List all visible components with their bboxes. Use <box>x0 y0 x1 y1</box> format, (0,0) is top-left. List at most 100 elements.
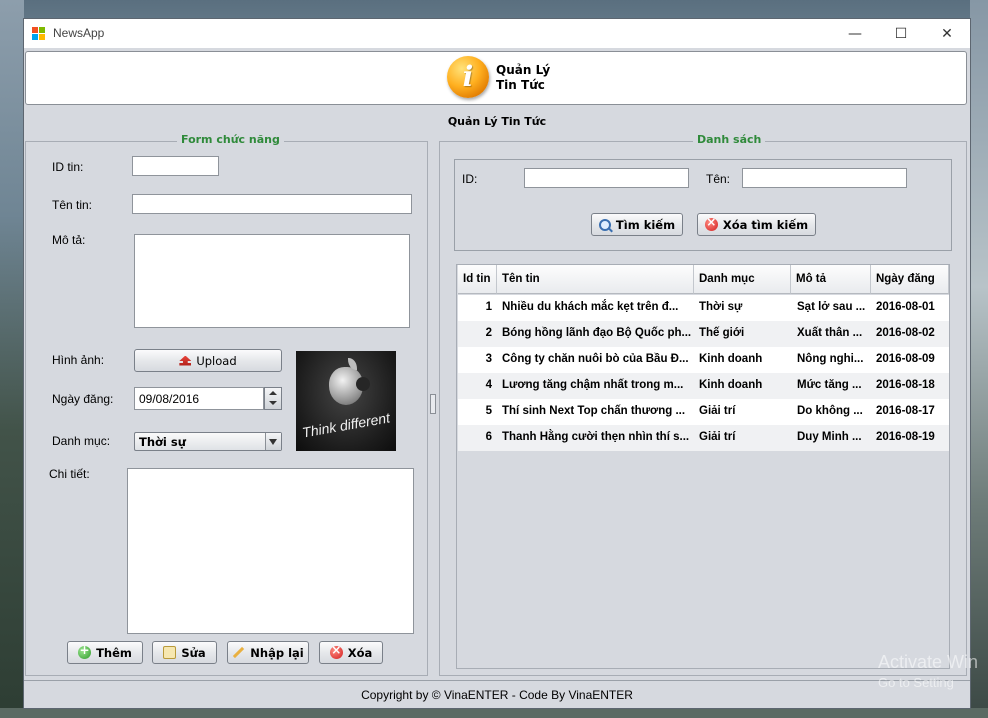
cell-category: Kinh doanh <box>699 379 763 391</box>
windows-logo-icon <box>32 27 46 41</box>
cell-category: Giải trí <box>699 431 736 443</box>
edit-button[interactable]: Sửa <box>152 641 217 664</box>
add-button[interactable]: Thêm <box>67 641 143 664</box>
header-title-line1: Quản Lý <box>496 63 551 77</box>
delete-icon <box>329 643 343 659</box>
spinner-up-icon[interactable] <box>265 388 281 398</box>
delete-button[interactable]: Xóa <box>319 641 383 664</box>
table-row[interactable]: 6 Thanh Hằng cười thẹn nhìn thí s... Giả… <box>458 425 949 451</box>
search-button[interactable]: Tìm kiếm <box>591 213 683 236</box>
cell-category: Thế giới <box>699 327 745 339</box>
news-image-preview: Think different <box>296 351 396 451</box>
splitter-grip-icon[interactable] <box>430 394 436 414</box>
header-banner: i Quản Lý Tin Tức <box>25 51 967 105</box>
apple-logo-icon <box>329 358 370 405</box>
cell-id: 4 <box>485 379 492 391</box>
title-bar[interactable]: NewsApp — ☐ ✕ <box>24 19 970 48</box>
cell-name: Công ty chăn nuôi bò của Bầu Đ... <box>502 353 689 365</box>
id-label: ID tin: <box>52 160 84 174</box>
column-header-name[interactable]: Tên tin <box>497 265 694 294</box>
news-table[interactable]: Id tin Tên tin Danh mục Mô tả Ngày đăng … <box>456 264 950 669</box>
cell-date: 2016-08-09 <box>876 353 935 365</box>
edit-label: Sửa <box>181 645 206 660</box>
cell-id: 5 <box>485 405 492 417</box>
image-caption: Think different <box>300 409 392 441</box>
info-icon: i <box>447 56 489 98</box>
cell-date: 2016-08-19 <box>876 431 935 443</box>
spinner-down-icon[interactable] <box>265 398 281 408</box>
cell-category: Thời sự <box>699 301 743 313</box>
search-id-label: ID: <box>462 172 478 186</box>
cell-id: 1 <box>485 301 492 313</box>
cell-category: Giải trí <box>699 405 736 417</box>
upload-button[interactable]: Upload <box>134 349 282 372</box>
date-field[interactable] <box>134 387 264 410</box>
desktop-wallpaper-bottom <box>0 708 988 718</box>
column-header-description[interactable]: Mô tả <box>791 265 871 294</box>
header-title-line2: Tin Tức <box>496 78 545 92</box>
list-legend: Danh sách <box>693 133 766 146</box>
cell-date: 2016-08-17 <box>876 405 935 417</box>
window-title: NewsApp <box>53 26 105 40</box>
cell-description: Sạt lở sau ... <box>797 301 866 313</box>
column-header-category[interactable]: Danh mục <box>694 265 791 294</box>
watermark-line2: Go to Setting <box>878 675 954 690</box>
name-field[interactable] <box>132 194 412 214</box>
reset-button[interactable]: Nhập lại <box>227 641 309 664</box>
table-row[interactable]: 2 Bóng hồng lãnh đạo Bộ Quốc ph... Thế g… <box>458 321 949 347</box>
image-label: Hình ảnh: <box>52 353 105 367</box>
footer-copyright: Copyright by © VinaENTER - Code By VinaE… <box>24 680 970 708</box>
table-row[interactable]: 3 Công ty chăn nuôi bò của Bầu Đ... Kinh… <box>458 347 949 373</box>
cell-name: Nhiều du khách mắc kẹt trên đ... <box>502 301 679 313</box>
search-label: Tìm kiếm <box>615 217 676 232</box>
category-label: Danh mục: <box>52 434 111 448</box>
name-label: Tên tin: <box>52 198 93 212</box>
edit-icon <box>163 646 177 659</box>
column-header-date[interactable]: Ngày đăng <box>871 265 949 294</box>
minimize-button[interactable]: — <box>832 19 878 48</box>
id-field[interactable] <box>132 156 219 176</box>
detail-textarea[interactable] <box>127 468 414 634</box>
maximize-button[interactable]: ☐ <box>878 19 924 48</box>
activate-windows-watermark: Activate Win Go to Setting <box>878 652 978 690</box>
page-subtitle: Quản Lý Tin Tức <box>447 115 547 128</box>
search-name-label: Tên: <box>706 172 731 186</box>
cell-description: Mức tăng ... <box>797 379 862 391</box>
category-select[interactable]: Thời sự <box>134 432 282 451</box>
search-icon <box>598 218 611 231</box>
cell-id: 3 <box>485 353 492 365</box>
search-id-field[interactable] <box>524 168 689 188</box>
cell-category: Kinh doanh <box>699 353 763 365</box>
chevron-down-icon[interactable] <box>265 433 281 450</box>
form-legend: Form chức năng <box>177 133 284 146</box>
pencil-icon <box>233 646 245 659</box>
clear-search-button[interactable]: Xóa tìm kiếm <box>697 213 816 236</box>
table-row[interactable]: 5 Thí sinh Next Top chấn thương ... Giải… <box>458 399 949 425</box>
app-window: NewsApp — ☐ ✕ i Quản Lý Tin Tức Quản Lý … <box>24 19 970 708</box>
close-button[interactable]: ✕ <box>924 19 970 48</box>
add-label: Thêm <box>96 645 132 660</box>
cell-description: Duy Minh ... <box>797 431 862 443</box>
split-pane-divider[interactable] <box>428 146 437 674</box>
cell-description: Nông nghi... <box>797 353 864 365</box>
table-row[interactable]: 1 Nhiều du khách mắc kẹt trên đ... Thời … <box>458 295 949 321</box>
cell-id: 2 <box>485 327 492 339</box>
cell-name: Thanh Hằng cười thẹn nhìn thí s... <box>502 431 690 443</box>
table-row[interactable]: 4 Lương tăng chậm nhất trong m... Kinh d… <box>458 373 949 399</box>
cell-date: 2016-08-18 <box>876 379 935 391</box>
date-label: Ngày đăng: <box>52 392 114 406</box>
description-textarea[interactable] <box>134 234 410 328</box>
column-header-id[interactable]: Id tin <box>458 265 497 294</box>
reset-label: Nhập lại <box>250 645 304 660</box>
upload-icon <box>179 355 192 366</box>
description-label: Mô tả: <box>52 233 86 247</box>
date-spinner[interactable] <box>264 387 282 410</box>
cell-date: 2016-08-02 <box>876 327 935 339</box>
category-selected-value: Thời sự <box>139 435 186 449</box>
search-name-field[interactable] <box>742 168 907 188</box>
cell-name: Bóng hồng lãnh đạo Bộ Quốc ph... <box>502 327 692 339</box>
cell-name: Thí sinh Next Top chấn thương ... <box>502 405 686 417</box>
watermark-line1: Activate Win <box>878 652 979 672</box>
cell-date: 2016-08-01 <box>876 301 935 313</box>
cell-id: 6 <box>485 431 492 443</box>
